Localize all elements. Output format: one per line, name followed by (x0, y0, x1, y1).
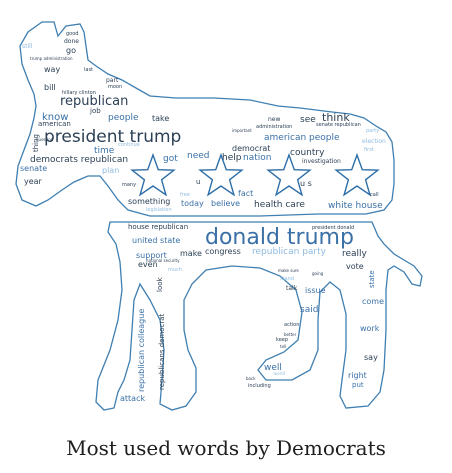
cloud-word: time (94, 146, 115, 156)
donkey-word-cloud: donald trump president trump republican thi… (0, 0, 452, 460)
cloud-word: plan (102, 166, 119, 175)
cloud-word: congress (205, 247, 241, 256)
cloud-word: year (24, 177, 43, 186)
cloud-word: election (362, 138, 386, 145)
word-layer: donald trumppresident trumprepublicanthi… (20, 31, 386, 403)
cloud-word: talk (286, 285, 298, 292)
word-cloud-canvas: donald trumppresident trumprepublicanthi… (15, 21, 423, 411)
cloud-word: many (122, 182, 136, 188)
cloud-word: republican party (252, 247, 327, 257)
cloud-word: last (84, 67, 93, 73)
cloud-word: good (66, 31, 78, 37)
cloud-word: going (312, 271, 324, 276)
cloud-word: party (366, 128, 379, 134)
cloud-word: first (364, 147, 374, 153)
cloud-word: tell (280, 344, 286, 349)
cloud-word: national security (146, 258, 180, 263)
cloud-word: american (38, 120, 71, 128)
cloud-word: trump administration (30, 56, 73, 61)
cloud-word: republicans democrat (158, 313, 166, 390)
cloud-word: still (22, 43, 33, 50)
cloud-word: believe (211, 199, 240, 208)
cloud-word: go (66, 46, 76, 55)
cloud-word: stand (280, 276, 294, 282)
cloud-word: something (128, 197, 170, 206)
cloud-word: issue (305, 286, 326, 295)
cloud-word: today (181, 199, 204, 208)
cloud-word: attack (120, 394, 145, 403)
cloud-word: people (108, 113, 139, 123)
cloud-word: legislation (146, 207, 172, 213)
cloud-word: right (348, 371, 367, 380)
cloud-word: state (368, 270, 376, 288)
cloud-word: call (370, 192, 379, 198)
cloud-word: got (163, 154, 178, 164)
cloud-word: done (64, 38, 79, 45)
cloud-word: really (342, 249, 368, 259)
cloud-word: bill (44, 83, 56, 92)
cloud-word: said (300, 305, 318, 315)
cloud-word: action (284, 322, 299, 328)
cloud-word: health care (254, 200, 305, 210)
cloud-word: much (168, 267, 182, 273)
cloud-word: u (196, 178, 200, 186)
cloud-word: way (44, 65, 60, 74)
cloud-word: new (268, 116, 280, 123)
cloud-word: senate (20, 164, 47, 173)
cloud-word: world (274, 371, 285, 376)
cloud-word: president donald (312, 225, 354, 231)
cloud-word: senate republican (316, 122, 361, 128)
cloud-word: say (364, 353, 378, 362)
cloud-word: fact (238, 189, 253, 198)
cloud-word: united state (132, 236, 180, 245)
cloud-word: president trump (44, 127, 181, 147)
cloud-word: free (180, 192, 190, 198)
cloud-word: better (284, 332, 297, 337)
cloud-word: white house (328, 201, 383, 211)
cloud-word: see (300, 115, 316, 125)
cloud-word: important (232, 128, 252, 133)
cloud-word: country (290, 148, 325, 158)
cloud-word: work (360, 324, 380, 333)
cloud-word: including (248, 383, 271, 389)
cloud-word: nation (243, 153, 271, 163)
donkey-silhouette (15, 21, 423, 411)
cloud-word: administration (256, 124, 292, 130)
star-4 (334, 152, 380, 197)
cloud-word: make (180, 249, 202, 258)
cloud-word: look (156, 276, 164, 292)
cloud-word: moon (108, 84, 122, 90)
cloud-word: hillary clinton (62, 90, 96, 96)
cloud-word: question (36, 137, 54, 142)
cloud-word: american people (264, 133, 340, 143)
cloud-word: back (246, 376, 256, 381)
cloud-word: make sure (278, 268, 299, 273)
cloud-word: investigation (302, 158, 341, 165)
cloud-word: vote (346, 262, 364, 271)
cloud-word: u s (300, 179, 312, 188)
cloud-word: house republican (128, 223, 188, 231)
cloud-word: continue (118, 142, 140, 148)
cloud-word: democrat (232, 144, 270, 153)
cloud-word: come (362, 297, 384, 306)
figure-caption: Most used words by Democrats (66, 436, 386, 460)
cloud-word: republican colleague (137, 309, 146, 392)
cloud-word: take (152, 114, 169, 123)
cloud-word: help (222, 153, 242, 163)
cloud-word: put (352, 381, 364, 389)
cloud-word: need (187, 151, 210, 161)
cloud-word: job (89, 107, 101, 115)
cloud-word: part (106, 77, 119, 84)
cloud-word: keep (276, 337, 288, 343)
